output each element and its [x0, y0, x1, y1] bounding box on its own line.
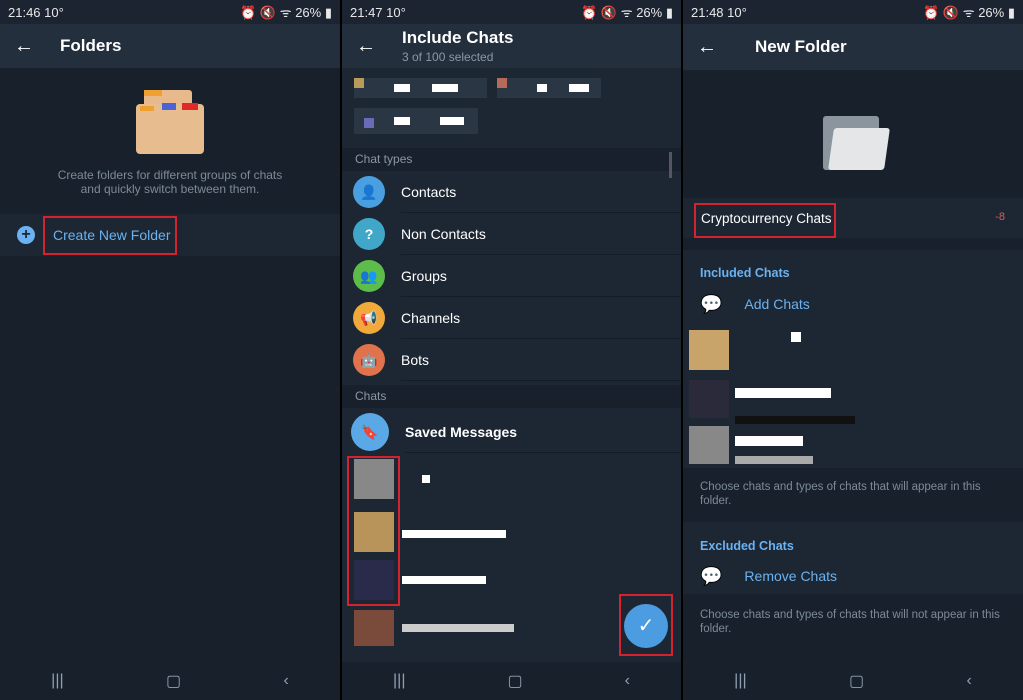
status-time: 21:46: [8, 4, 41, 20]
add-chats-button[interactable]: 💬 Add Chats: [683, 290, 1023, 318]
excluded-chats-header: Excluded Chats: [700, 539, 794, 553]
chat-type-label: Non Contacts: [401, 213, 681, 255]
selection-count: 3 of 100 selected: [402, 50, 494, 64]
chat-row-saved-messages[interactable]: 🔖 Saved Messages: [342, 411, 681, 453]
status-temp: 10°: [386, 4, 406, 20]
app-header: ← Include Chats 3 of 100 selected: [342, 24, 681, 68]
folders-screen: 21:46 10° ⏰ 🔇 ᯤ 26% ▮ ← Folders Create fol…: [0, 0, 340, 700]
included-hint: Choose chats and types of chats that wil…: [700, 481, 981, 507]
included-chats-header: Included Chats: [700, 266, 790, 280]
app-header: ← New Folder: [683, 24, 1023, 70]
page-title: New Folder: [755, 37, 847, 56]
include-chats-screen: 21:47 10° ⏰ 🔇 ᯤ 26% ▮ ← Include Chats 3 of …: [342, 0, 681, 700]
chat-type-label: Bots: [401, 339, 681, 381]
chat-types-header: Chat types: [342, 148, 681, 171]
selected-chip[interactable]: [354, 78, 487, 98]
battery-level: 26%: [295, 5, 322, 20]
scrollbar[interactable]: [669, 152, 672, 178]
included-hint-area: Choose chats and types of chats that wil…: [683, 468, 1023, 522]
home-icon[interactable]: ▢: [849, 671, 864, 691]
folder-icon: [823, 112, 890, 170]
recents-icon[interactable]: |||: [393, 672, 405, 690]
folders-hint: Create folders for different groups of c…: [57, 168, 283, 196]
status-time: 21:47: [350, 4, 383, 20]
system-nav-bar: ||| ▢ ‹: [342, 662, 681, 700]
highlight-box: [43, 216, 177, 255]
nav-back-icon[interactable]: ‹: [966, 672, 971, 690]
chat-type-non-contacts[interactable]: ? Non Contacts: [342, 213, 681, 255]
chat-type-groups[interactable]: 👥 Groups: [342, 255, 681, 297]
recents-icon[interactable]: |||: [51, 672, 63, 690]
nav-back-icon[interactable]: ‹: [625, 672, 630, 690]
person-icon: 👤: [353, 176, 385, 208]
chat-type-channels[interactable]: 📢 Channels: [342, 297, 681, 339]
included-chats-section: Included Chats 💬 Add Chats: [683, 250, 1023, 468]
recents-icon[interactable]: |||: [734, 672, 746, 690]
chat-type-label: Groups: [401, 255, 681, 297]
highlight-box: [619, 594, 673, 656]
battery-level: 26%: [636, 5, 663, 20]
highlight-box: [347, 456, 400, 606]
folders-intro: Create folders for different groups of c…: [0, 68, 340, 214]
nav-back-icon[interactable]: ‹: [283, 672, 288, 690]
system-nav-bar: ||| ▢ ‹: [0, 662, 340, 700]
back-arrow-icon[interactable]: ←: [14, 35, 60, 58]
back-arrow-icon[interactable]: ←: [697, 36, 755, 59]
chat-type-label: Contacts: [401, 171, 681, 213]
included-chat-row[interactable]: [689, 426, 729, 464]
excluded-hint: Choose chats and types of chats that wil…: [700, 609, 1000, 635]
new-folder-screen: 21:48 10° ⏰ 🔇 ᯤ 26% ▮ ← New Folder Cryptoc…: [683, 0, 1023, 700]
battery-level: 26%: [978, 5, 1005, 20]
selected-chip[interactable]: [497, 78, 601, 98]
page-title: Include Chats: [402, 28, 514, 47]
page-title: Folders: [60, 36, 122, 55]
chats-header: Chats: [342, 385, 681, 408]
home-icon[interactable]: ▢: [507, 671, 522, 691]
bookmark-icon: 🔖: [351, 413, 389, 451]
remove-chats-button[interactable]: 💬 Remove Chats: [683, 562, 1023, 590]
status-temp: 10°: [727, 4, 747, 20]
add-chat-icon: 💬: [700, 293, 723, 314]
add-chats-label: Add Chats: [744, 296, 810, 312]
folder-icon-area: [683, 70, 1023, 198]
status-bar: 21:48 10° ⏰ 🔇 ᯤ 26% ▮: [683, 0, 1023, 24]
included-chat-row[interactable]: [689, 380, 729, 418]
status-temp: 10°: [44, 4, 64, 20]
folder-illustration-icon: [136, 90, 204, 154]
remove-chat-icon: 💬: [700, 565, 723, 586]
status-bar: 21:46 10° ⏰ 🔇 ᯤ 26% ▮: [0, 0, 340, 24]
group-icon: 👥: [353, 260, 385, 292]
status-time: 21:48: [691, 4, 724, 20]
chat-type-contacts[interactable]: 👤 Contacts: [342, 171, 681, 213]
included-chat-row[interactable]: [689, 330, 729, 370]
chat-name: Saved Messages: [405, 411, 681, 453]
remove-chats-label: Remove Chats: [744, 568, 838, 584]
excluded-chats-section: Excluded Chats 💬 Remove Chats: [683, 522, 1023, 594]
status-bar: 21:47 10° ⏰ 🔇 ᯤ 26% ▮: [342, 0, 681, 24]
system-nav-bar: ||| ▢ ‹: [683, 662, 1023, 700]
home-icon[interactable]: ▢: [166, 671, 181, 691]
chat-type-label: Channels: [401, 297, 681, 339]
app-header: ← Folders: [0, 24, 340, 68]
question-icon: ?: [353, 218, 385, 250]
megaphone-icon: 📢: [353, 302, 385, 334]
selected-chips: [342, 68, 681, 146]
back-arrow-icon[interactable]: ←: [356, 35, 402, 58]
plus-circle-icon: +: [17, 226, 35, 244]
bot-icon: 🤖: [353, 344, 385, 376]
char-counter: -8: [995, 211, 1005, 223]
selected-chip[interactable]: [354, 108, 478, 134]
highlight-box: [694, 203, 836, 238]
chat-type-bots[interactable]: 🤖 Bots: [342, 339, 681, 381]
